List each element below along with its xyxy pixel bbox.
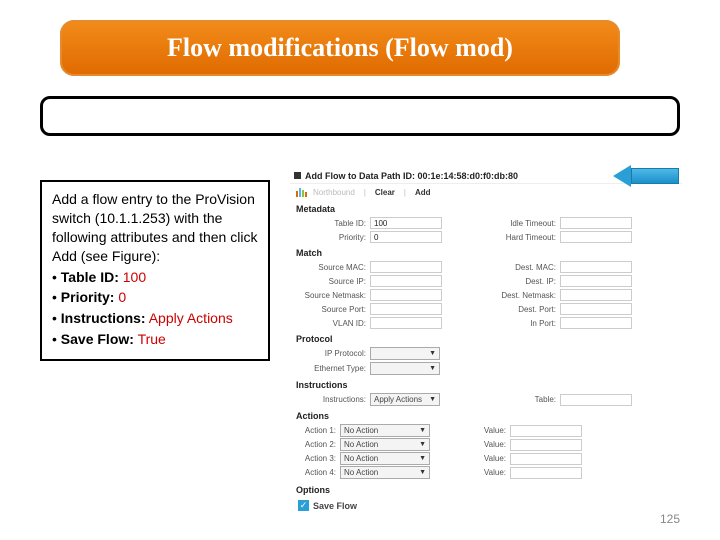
form-header-title: Add Flow to Data Path ID: 00:1e:14:58:d0… (305, 171, 518, 181)
src-ip-label: Source IP: (296, 277, 370, 286)
action3-value-input[interactable] (510, 453, 582, 465)
src-port-label: Source Port: (296, 305, 370, 314)
action4-select[interactable]: No Action▼ (340, 466, 430, 479)
instr-table-label: Table: (486, 395, 560, 404)
instruction-item: • Table ID: 100 (52, 268, 258, 287)
src-netmask-label: Source Netmask: (296, 291, 370, 300)
priority-label: Priority: (296, 233, 370, 242)
chevron-down-icon: ▼ (429, 396, 436, 403)
chevron-down-icon: ▼ (419, 455, 426, 462)
instructions-label: Instructions: (296, 395, 370, 404)
dst-mac-label: Dest. MAC: (486, 263, 560, 272)
ethernet-type-select[interactable]: ▼ (370, 362, 440, 375)
clear-button[interactable]: Clear (375, 188, 395, 197)
action1-value-label: Value: (470, 426, 510, 435)
callout-arrow (614, 165, 684, 187)
idle-timeout-input[interactable] (560, 217, 632, 229)
page-number: 125 (660, 512, 680, 526)
chevron-down-icon: ▼ (429, 350, 436, 357)
brand-logo-icon (296, 187, 307, 197)
metadata-row: Table ID: 100 Idle Timeout: (290, 216, 682, 230)
dst-ip-input[interactable] (560, 275, 632, 287)
dst-mac-input[interactable] (560, 261, 632, 273)
src-mac-label: Source MAC: (296, 263, 370, 272)
dst-port-input[interactable] (560, 303, 632, 315)
action2-value-label: Value: (470, 440, 510, 449)
action4-value-input[interactable] (510, 467, 582, 479)
dst-netmask-input[interactable] (560, 289, 632, 301)
chevron-down-icon: ▼ (419, 441, 426, 448)
action2-select[interactable]: No Action▼ (340, 438, 430, 451)
slide-title: Flow modifications (Flow mod) (167, 33, 513, 63)
src-ip-input[interactable] (370, 275, 442, 287)
hard-timeout-label: Hard Timeout: (486, 233, 560, 242)
action2-value-input[interactable] (510, 439, 582, 451)
src-port-input[interactable] (370, 303, 442, 315)
action1-value-input[interactable] (510, 425, 582, 437)
vlan-id-input[interactable] (370, 317, 442, 329)
instructions-intro: Add a flow entry to the ProVision switch… (52, 190, 258, 266)
action3-select[interactable]: No Action▼ (340, 452, 430, 465)
ethernet-type-label: Ethernet Type: (296, 364, 370, 373)
dst-ip-label: Dest. IP: (486, 277, 560, 286)
action4-value-label: Value: (470, 468, 510, 477)
in-port-label: In Port: (486, 319, 560, 328)
ip-protocol-label: IP Protocol: (296, 349, 370, 358)
add-flow-form: Add Flow to Data Path ID: 00:1e:14:58:d0… (290, 168, 682, 514)
arrow-body (631, 168, 679, 184)
ip-protocol-select[interactable]: ▼ (370, 347, 440, 360)
table-id-input[interactable]: 100 (370, 217, 442, 229)
section-heading-instructions: Instructions (290, 376, 682, 392)
save-flow-label: Save Flow (313, 501, 357, 511)
form-header-icon (294, 172, 301, 179)
idle-timeout-label: Idle Timeout: (486, 219, 560, 228)
hard-timeout-input[interactable] (560, 231, 632, 243)
instructions-select[interactable]: Apply Actions▼ (370, 393, 440, 406)
section-heading-actions: Actions (290, 407, 682, 423)
priority-input[interactable]: 0 (370, 231, 442, 243)
instructions-box: Add a flow entry to the ProVision switch… (40, 180, 270, 361)
section-heading-metadata: Metadata (290, 200, 682, 216)
section-heading-options: Options (290, 481, 682, 497)
action1-label: Action 1: (296, 426, 340, 435)
dst-port-label: Dest. Port: (486, 305, 560, 314)
action1-select[interactable]: No Action▼ (340, 424, 430, 437)
empty-content-box (40, 96, 680, 136)
section-heading-protocol: Protocol (290, 330, 682, 346)
in-port-input[interactable] (560, 317, 632, 329)
brand-name: Northbound (313, 188, 355, 197)
instruction-item: • Save Flow: True (52, 330, 258, 349)
action2-label: Action 2: (296, 440, 340, 449)
arrow-head-icon (613, 165, 631, 187)
form-header: Add Flow to Data Path ID: 00:1e:14:58:d0… (290, 168, 682, 184)
instruction-item: • Priority: 0 (52, 288, 258, 307)
action4-label: Action 4: (296, 468, 340, 477)
dst-netmask-label: Dest. Netmask: (486, 291, 560, 300)
section-heading-match: Match (290, 244, 682, 260)
slide-title-banner: Flow modifications (Flow mod) (60, 20, 620, 76)
chevron-down-icon: ▼ (419, 469, 426, 476)
table-id-label: Table ID: (296, 219, 370, 228)
chevron-down-icon: ▼ (419, 427, 426, 434)
instr-table-input[interactable] (560, 394, 632, 406)
vlan-id-label: VLAN ID: (296, 319, 370, 328)
src-netmask-input[interactable] (370, 289, 442, 301)
add-button[interactable]: Add (415, 188, 431, 197)
metadata-row: Priority: 0 Hard Timeout: (290, 230, 682, 244)
instruction-item: • Instructions: Apply Actions (52, 309, 258, 328)
action3-value-label: Value: (470, 454, 510, 463)
save-flow-checkbox[interactable]: ✓ (298, 500, 309, 511)
action3-label: Action 3: (296, 454, 340, 463)
src-mac-input[interactable] (370, 261, 442, 273)
chevron-down-icon: ▼ (429, 365, 436, 372)
